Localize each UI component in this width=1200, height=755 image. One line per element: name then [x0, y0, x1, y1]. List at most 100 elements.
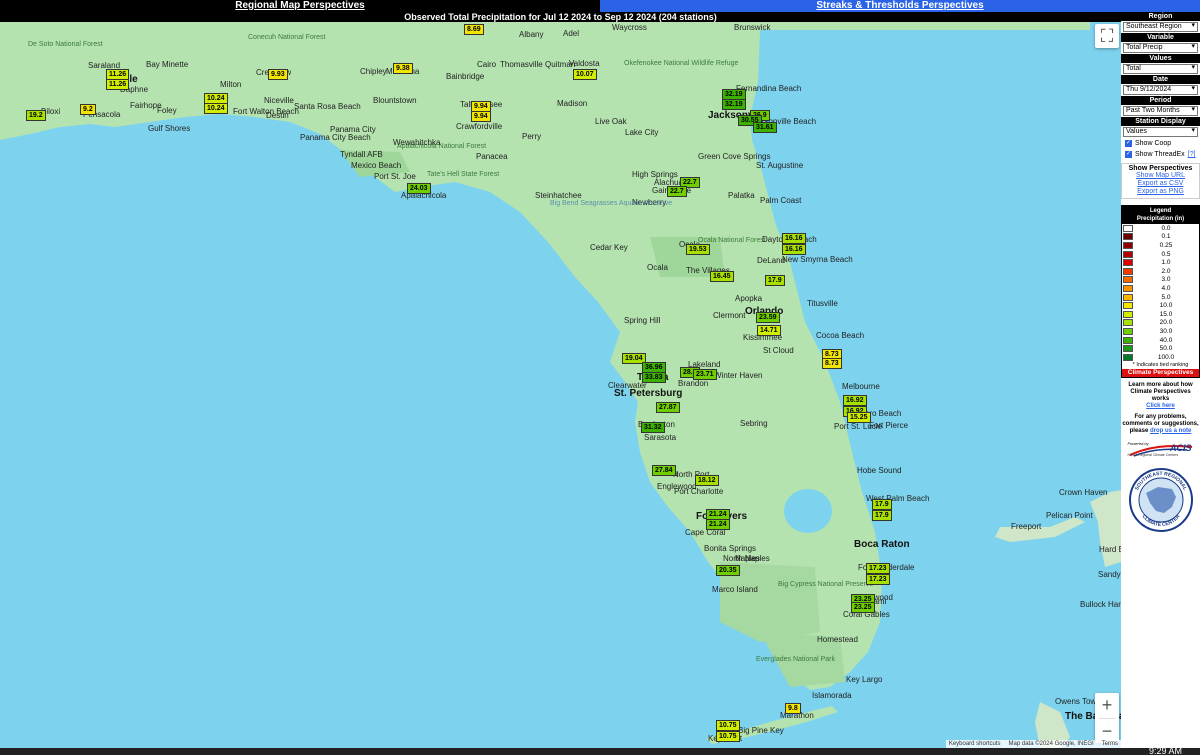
region-select[interactable]: Southeast Region	[1123, 22, 1198, 32]
station-marker[interactable]: 19.2	[26, 110, 46, 121]
map-canvas[interactable]: Waycross Brunswick De Soto National Forest…	[0, 22, 1121, 748]
station-marker[interactable]: 10.24	[204, 103, 228, 114]
station-marker[interactable]: 17.9	[765, 275, 785, 286]
lake-okeechobee	[784, 489, 832, 533]
station-marker[interactable]: 10.75	[716, 720, 740, 731]
zoom-in-button[interactable]: +	[1095, 693, 1119, 718]
threadex-help-link[interactable]: [?]	[1188, 151, 1196, 158]
show-coop-option[interactable]: ✓ Show Coop	[1121, 138, 1200, 149]
variable-header: Variable	[1121, 33, 1200, 42]
tab-regional-map-perspectives[interactable]: Regional Map Perspectives	[0, 0, 600, 12]
station-marker[interactable]: 23.71	[693, 369, 717, 380]
map-place-label: Spring Hill	[624, 316, 661, 325]
values-select[interactable]: Total	[1123, 64, 1198, 74]
map-place-label: Brunswick	[734, 23, 771, 32]
terms-link[interactable]: Terms	[1102, 741, 1118, 747]
station-marker[interactable]: 9.38	[393, 63, 413, 74]
station-marker[interactable]: 9.94	[471, 111, 491, 122]
show-perspectives-heading[interactable]: Show Perspectives	[1122, 165, 1199, 172]
export-png-link[interactable]: Export as PNG	[1122, 188, 1199, 196]
fullscreen-button[interactable]: ⛶	[1095, 24, 1119, 48]
date-select[interactable]: Thu 9/12/2024	[1123, 85, 1198, 95]
station-marker[interactable]: 31.32	[641, 422, 665, 433]
station-marker[interactable]: 15.25	[847, 412, 871, 423]
click-here-link[interactable]: Click here	[1146, 403, 1175, 409]
station-marker[interactable]: 16.45	[710, 271, 734, 282]
zoom-control: + −	[1095, 693, 1119, 743]
station-marker[interactable]: 9.93	[268, 69, 288, 80]
region-header: Region	[1121, 12, 1200, 21]
station-marker[interactable]: 31.61	[753, 122, 777, 133]
station-marker[interactable]: 23.59	[756, 312, 780, 323]
station-marker[interactable]: 14.71	[757, 325, 781, 336]
station-marker[interactable]: 21.24	[706, 519, 730, 530]
station-marker[interactable]: 16.92	[843, 395, 867, 406]
show-map-url-link[interactable]: Show Map URL	[1122, 172, 1199, 180]
legend-swatch	[1123, 233, 1133, 241]
show-coop-checkbox[interactable]: ✓	[1125, 140, 1132, 147]
map-place-label: Sebring	[740, 419, 768, 428]
map-place-label: Marco Island	[712, 585, 758, 594]
map-place-label: Perry	[522, 132, 542, 141]
legend-swatch	[1123, 224, 1133, 232]
station-marker[interactable]: 10.07	[573, 69, 597, 80]
station-marker[interactable]: 16.16	[782, 244, 806, 255]
station-marker[interactable]: 22.7	[667, 186, 687, 197]
map-place-label: Titusville	[807, 299, 838, 308]
station-marker[interactable]: 17.9	[872, 499, 892, 510]
bahamas-abaco	[1090, 490, 1121, 567]
map-place-label: DeLand	[757, 256, 786, 265]
station-marker[interactable]: 19.53	[686, 244, 710, 255]
map-place-label: De Soto National Forest	[28, 41, 103, 48]
station-marker[interactable]: 33.83	[642, 372, 666, 383]
map-place-label: St Cloud	[763, 346, 794, 355]
acis-logo[interactable]: Powered by ACIS NOAA Regional Climate Ce…	[1126, 441, 1196, 459]
station-marker[interactable]: 9.2	[80, 104, 96, 115]
legend-swatch	[1123, 345, 1133, 353]
station-display-select[interactable]: Values	[1123, 127, 1198, 137]
problems-please: please	[1129, 427, 1149, 434]
map-place-label: Port Charlotte	[674, 487, 724, 496]
map-place-label: Homestead	[817, 635, 858, 644]
drop-note-link[interactable]: drop us a note	[1150, 428, 1191, 434]
map-title: Observed Total Precipitation for Jul 12 …	[0, 12, 1121, 22]
keyboard-shortcuts-link[interactable]: Keyboard shortcuts	[949, 741, 1001, 747]
legend-row: 0.5	[1122, 250, 1199, 259]
station-marker[interactable]: 11.26	[106, 79, 130, 90]
station-marker[interactable]: 17.23	[866, 563, 890, 574]
sercc-seal[interactable]: SOUTHEAST REGIONAL CLIMATE CENTER	[1128, 467, 1194, 533]
variable-select[interactable]: Total Precip	[1123, 43, 1198, 53]
station-marker[interactable]: 32.19	[722, 99, 746, 110]
tab-streaks-thresholds-perspectives[interactable]: Streaks & Thresholds Perspectives	[600, 0, 1200, 12]
station-marker[interactable]: 17.9	[872, 510, 892, 521]
map-place-label: Lake City	[625, 128, 659, 137]
map-place-label: Big Bend Seagrasses Aquatic Preserve	[550, 200, 673, 207]
station-marker[interactable]: 16.16	[782, 233, 806, 244]
station-marker[interactable]: 24.03	[407, 183, 431, 194]
legend-value: 0.1	[1161, 233, 1171, 241]
station-marker[interactable]: 27.84	[652, 465, 676, 476]
station-marker[interactable]: 20.35	[716, 565, 740, 576]
station-marker[interactable]: 9.8	[785, 703, 801, 714]
map-place-label: Fernandina Beach	[736, 84, 802, 93]
legend-swatch	[1123, 241, 1133, 249]
station-marker[interactable]: 8.73	[822, 358, 842, 369]
map-place-label: Okefenokee National Wildlife Refuge	[624, 60, 739, 67]
map-place-label: Pelican Point	[1046, 511, 1093, 520]
show-threadex-option[interactable]: ✓ Show ThreadEx [?]	[1121, 149, 1200, 160]
station-marker[interactable]: 23.25	[851, 602, 875, 613]
learn-line2: Climate Perspectives works	[1130, 388, 1191, 402]
map-place-label: Waycross	[612, 23, 647, 32]
map-place-label: Adel	[563, 29, 580, 38]
map-place-label: Chipley	[360, 67, 387, 76]
station-marker[interactable]: 10.75	[716, 731, 740, 742]
station-marker[interactable]: 27.87	[656, 402, 680, 413]
export-csv-link[interactable]: Export as CSV	[1122, 180, 1199, 188]
period-select[interactable]: Past Two Months	[1123, 106, 1198, 116]
station-marker[interactable]: 18.12	[695, 475, 719, 486]
problems-line1: For any problems,	[1134, 413, 1187, 420]
station-marker[interactable]: 17.23	[866, 574, 890, 585]
learn-line1: Learn more about how	[1128, 381, 1193, 388]
show-threadex-checkbox[interactable]: ✓	[1125, 151, 1132, 158]
station-marker[interactable]: 8.69	[464, 24, 484, 35]
